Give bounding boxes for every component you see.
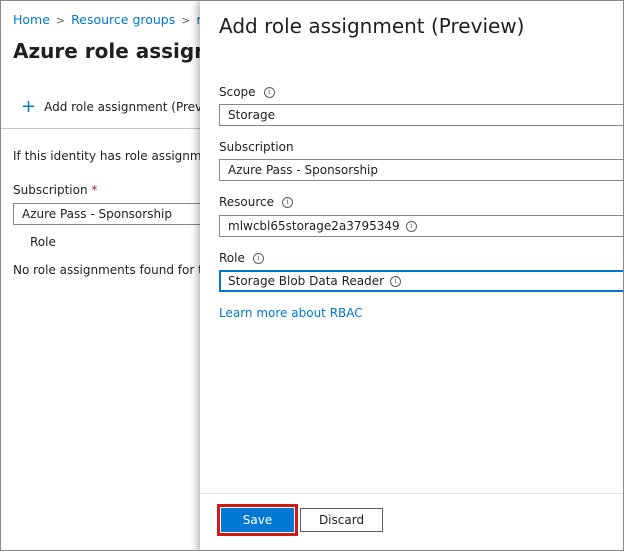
resource-dropdown[interactable]: mlwcbl65storage2a3795349 i xyxy=(219,215,623,237)
subscription-field-label: Subscription xyxy=(219,140,294,154)
role-value: Storage Blob Data Reader xyxy=(228,274,385,288)
footer-divider xyxy=(200,493,623,494)
discard-button[interactable]: Discard xyxy=(300,508,383,532)
add-role-assignment-button[interactable]: + Add role assignment (Previe xyxy=(21,98,213,116)
subscription-label-text: Subscription xyxy=(13,183,88,197)
info-icon[interactable]: i xyxy=(282,196,294,208)
save-button[interactable]: Save xyxy=(221,508,294,532)
chevron-right-icon: > xyxy=(55,14,66,27)
breadcrumb-resource-groups[interactable]: Resource groups xyxy=(71,12,175,27)
learn-more-rbac-link[interactable]: Learn more about RBAC xyxy=(219,306,363,320)
background-blade: Home>Resource groups>rg Azure role assig… xyxy=(1,1,229,550)
info-icon[interactable]: i xyxy=(405,220,417,232)
role-label: Role i xyxy=(219,251,264,265)
subscription-field-dropdown[interactable]: Azure Pass - Sponsorship xyxy=(219,159,623,181)
subscription-field-value: Azure Pass - Sponsorship xyxy=(228,163,379,177)
page-title: Azure role assignm xyxy=(13,39,230,63)
scope-dropdown[interactable]: Storage xyxy=(219,104,623,126)
plus-icon: + xyxy=(21,96,37,117)
info-icon[interactable]: i xyxy=(252,252,264,264)
scope-value: Storage xyxy=(228,108,275,122)
breadcrumb-home[interactable]: Home xyxy=(13,12,50,27)
subscription-label: Subscription * xyxy=(13,183,97,197)
role-dropdown[interactable]: Storage Blob Data Reader i xyxy=(219,270,623,292)
add-role-assignment-panel: Add role assignment (Preview) Scope i St… xyxy=(200,1,623,550)
resource-label: Resource i xyxy=(219,195,294,209)
chevron-right-icon: > xyxy=(181,14,191,27)
info-icon[interactable]: i xyxy=(263,86,275,98)
panel-title: Add role assignment (Preview) xyxy=(219,14,525,38)
divider xyxy=(1,128,201,129)
resource-value: mlwcbl65storage2a3795349 xyxy=(228,219,400,233)
scope-label: Scope i xyxy=(219,85,275,99)
add-role-assignment-label: Add role assignment (Previe xyxy=(44,100,213,114)
role-column-header: Role xyxy=(30,235,56,249)
subscription-field-label-text: Subscription xyxy=(219,140,294,154)
no-role-assignments-text: No role assignments found for th xyxy=(13,263,211,277)
info-icon[interactable]: i xyxy=(390,275,402,287)
required-marker: * xyxy=(91,183,98,197)
subscription-dropdown[interactable]: Azure Pass - Sponsorship xyxy=(13,203,213,225)
scope-label-text: Scope xyxy=(219,85,256,99)
breadcrumb: Home>Resource groups>rg xyxy=(13,12,209,27)
resource-label-text: Resource xyxy=(219,195,275,209)
info-text: If this identity has role assignmen xyxy=(13,149,217,163)
role-label-text: Role xyxy=(219,251,245,265)
window-frame: Home>Resource groups>rg Azure role assig… xyxy=(0,0,624,551)
